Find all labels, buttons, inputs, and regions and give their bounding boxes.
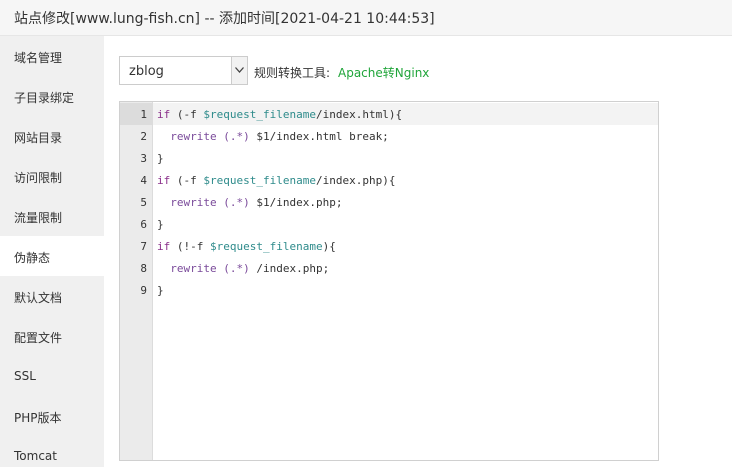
line-number: 9 bbox=[140, 284, 147, 297]
line-number: 4 bbox=[140, 174, 147, 187]
chevron-down-icon[interactable] bbox=[231, 57, 247, 84]
code-text: rewrite (.*) $1/index.php; bbox=[157, 196, 343, 209]
code-text: rewrite (.*) $1/index.html break; bbox=[157, 130, 389, 143]
sidebar-item-label: SSL bbox=[14, 369, 36, 383]
sidebar-item-label: 默认文档 bbox=[14, 291, 63, 305]
sidebar-item-label: 域名管理 bbox=[14, 51, 63, 65]
code-text: if (-f $request_filename/index.php){ bbox=[157, 174, 396, 187]
code-line: 1 if (-f $request_filename/index.html){ bbox=[120, 103, 658, 125]
sidebar-item-label: PHP版本 bbox=[14, 411, 62, 425]
sidebar-item-default-document[interactable]: 默认文档 bbox=[0, 276, 104, 316]
code-line: 2 rewrite (.*) $1/index.html break; bbox=[120, 125, 658, 147]
rewrite-template-select[interactable]: zblog bbox=[119, 56, 248, 85]
sidebar-item-tomcat[interactable]: Tomcat bbox=[0, 436, 104, 476]
apache-to-nginx-link[interactable]: Apache转Nginx bbox=[338, 64, 429, 81]
line-number: 8 bbox=[140, 262, 147, 275]
code-line: 8 rewrite (.*) /index.php; bbox=[120, 257, 658, 279]
sidebar: 域名管理 子目录绑定 网站目录 访问限制 流量限制 伪静态 默认文档 配置文件 … bbox=[0, 36, 104, 467]
sidebar-item-domain[interactable]: 域名管理 bbox=[0, 36, 104, 76]
sidebar-item-php-version[interactable]: PHP版本 bbox=[0, 396, 104, 436]
sidebar-item-traffic-limit[interactable]: 流量限制 bbox=[0, 196, 104, 236]
code-text: } bbox=[157, 218, 164, 231]
sidebar-item-label: Tomcat bbox=[14, 449, 57, 463]
code-line: 3} bbox=[120, 147, 658, 169]
line-number: 6 bbox=[140, 218, 147, 231]
window-title: 站点修改[www.lung-fish.cn] -- 添加时间[2021-04-2… bbox=[14, 11, 435, 27]
rule-converter-label: 规则转换工具: bbox=[254, 66, 331, 80]
code-line: 6} bbox=[120, 213, 658, 235]
sidebar-item-site-directory[interactable]: 网站目录 bbox=[0, 116, 104, 156]
code-text: if (!-f $request_filename){ bbox=[157, 240, 336, 253]
code-line: 7 if (!-f $request_filename){ bbox=[120, 235, 658, 257]
sidebar-item-label: 配置文件 bbox=[14, 331, 63, 345]
line-number: 1 bbox=[140, 108, 147, 121]
sidebar-item-subdirectory[interactable]: 子目录绑定 bbox=[0, 76, 104, 116]
sidebar-item-access-limit[interactable]: 访问限制 bbox=[0, 156, 104, 196]
rewrite-template-value: zblog bbox=[129, 64, 164, 79]
code-text: rewrite (.*) /index.php; bbox=[157, 262, 330, 275]
sidebar-item-label: 网站目录 bbox=[14, 131, 63, 145]
line-number: 3 bbox=[140, 152, 147, 165]
code-text: } bbox=[157, 284, 164, 297]
line-number: 2 bbox=[140, 130, 147, 143]
line-number: 7 bbox=[140, 240, 147, 253]
rewrite-code-editor[interactable]: 1 if (-f $request_filename/index.html){ 2 … bbox=[119, 101, 659, 461]
sidebar-item-label: 伪静态 bbox=[14, 251, 51, 265]
sidebar-item-config-file[interactable]: 配置文件 bbox=[0, 316, 104, 356]
sidebar-item-rewrite[interactable]: 伪静态 bbox=[0, 236, 104, 276]
code-text: } bbox=[157, 152, 164, 165]
code-text: if (-f $request_filename/index.html){ bbox=[157, 108, 403, 121]
code-line: 9} bbox=[120, 279, 658, 301]
sidebar-item-label: 流量限制 bbox=[14, 211, 63, 225]
title-bar: 站点修改[www.lung-fish.cn] -- 添加时间[2021-04-2… bbox=[0, 0, 732, 36]
line-number: 5 bbox=[140, 196, 147, 209]
sidebar-item-label: 访问限制 bbox=[14, 171, 63, 185]
code-line: 4 if (-f $request_filename/index.php){ bbox=[120, 169, 658, 191]
sidebar-item-ssl[interactable]: SSL bbox=[0, 356, 104, 396]
code-line: 5 rewrite (.*) $1/index.php; bbox=[120, 191, 658, 213]
sidebar-item-label: 子目录绑定 bbox=[14, 91, 75, 105]
